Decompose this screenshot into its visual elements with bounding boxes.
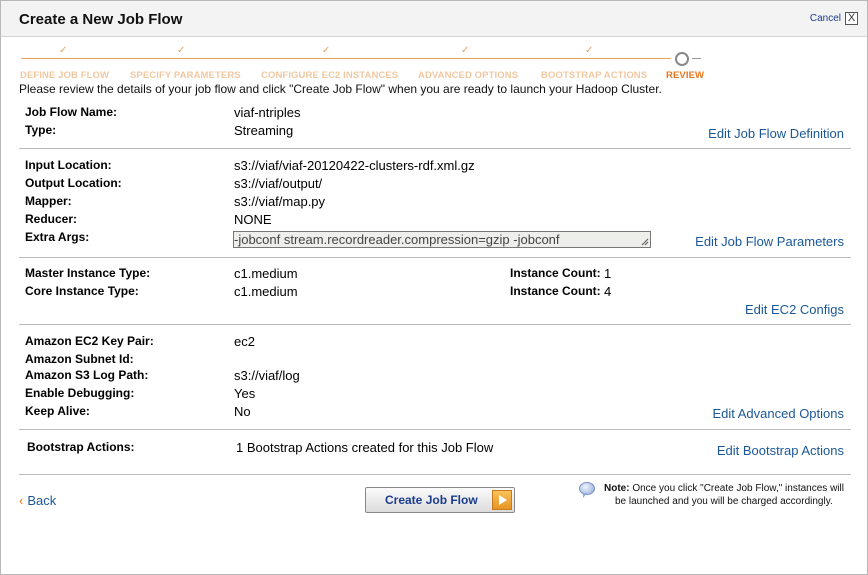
step-done-check-icon: ✓ <box>461 45 470 56</box>
type-label: Type: <box>25 123 57 137</box>
note-line-2: be launched and you will be charged acco… <box>615 496 833 507</box>
job-flow-name-label: Job Flow Name: <box>25 105 118 119</box>
core-instance-count-label: Instance Count: <box>510 284 601 298</box>
step-done-check-icon: ✓ <box>322 45 331 56</box>
edit-advanced-options-link[interactable]: Edit Advanced Options <box>712 406 844 421</box>
s3-log-path-value: s3://viaf/log <box>234 368 300 383</box>
reducer-value: NONE <box>234 212 272 227</box>
cancel-link[interactable]: Cancel <box>810 13 841 24</box>
section-job-flow-definition: Job Flow Name: viaf-ntriples Type: Strea… <box>19 101 851 149</box>
input-location-label: Input Location: <box>25 158 112 172</box>
chevron-left-icon: ‹ <box>19 493 24 508</box>
edit-job-flow-parameters-link[interactable]: Edit Job Flow Parameters <box>695 234 844 249</box>
bootstrap-actions-value: 1 Bootstrap Actions created for this Job… <box>236 440 494 455</box>
step-done-check-icon: ✓ <box>177 45 186 56</box>
edit-job-flow-definition-link[interactable]: Edit Job Flow Definition <box>708 126 844 141</box>
back-link[interactable]: ‹ Back <box>19 493 56 508</box>
enable-debugging-label: Enable Debugging: <box>25 386 135 400</box>
extra-args-label: Extra Args: <box>25 230 90 244</box>
master-instance-type-value: c1.medium <box>234 266 298 281</box>
wizard-step-define-job-flow: DEFINE JOB FLOW <box>20 70 110 81</box>
mapper-label: Mapper: <box>25 194 72 208</box>
step-done-check-icon: ✓ <box>585 45 594 56</box>
wizard-step-review: REVIEW <box>666 70 705 81</box>
section-bootstrap-actions: Bootstrap Actions: 1 Bootstrap Actions c… <box>19 430 851 475</box>
arrow-right-icon <box>492 490 512 510</box>
review-intro-text: Please review the details of your job fl… <box>19 82 662 96</box>
enable-debugging-value: Yes <box>234 386 256 401</box>
output-location-value: s3://viaf/output/ <box>234 176 323 191</box>
section-advanced-options: Amazon EC2 Key Pair: ec2 Amazon Subnet I… <box>19 325 851 430</box>
core-instance-type-label: Core Instance Type: <box>25 284 139 298</box>
wizard-progress-line-end <box>692 58 701 59</box>
speech-bubble-icon <box>579 482 595 498</box>
keep-alive-value: No <box>234 404 251 419</box>
wizard-step-advanced-options: ADVANCED OPTIONS <box>418 70 519 81</box>
master-instance-count-label: Instance Count: <box>510 266 601 280</box>
step-done-check-icon: ✓ <box>59 45 68 56</box>
bootstrap-actions-label: Bootstrap Actions: <box>27 440 135 454</box>
ec2-key-pair-label: Amazon EC2 Key Pair: <box>25 334 154 348</box>
job-flow-name-value: viaf-ntriples <box>234 105 301 120</box>
master-instance-type-label: Master Instance Type: <box>25 266 151 280</box>
back-link-label: Back <box>27 493 57 508</box>
reducer-label: Reducer: <box>25 212 78 226</box>
subnet-id-label: Amazon Subnet Id: <box>25 352 134 366</box>
output-location-label: Output Location: <box>25 176 122 190</box>
input-location-value: s3://viaf/viaf-20120422-clusters-rdf.xml… <box>234 158 475 173</box>
type-value: Streaming <box>234 123 294 138</box>
dialog-title: Create a New Job Flow <box>19 11 183 28</box>
close-icon[interactable]: X <box>845 12 858 25</box>
wizard-step-bootstrap-actions: BOOTSTRAP ACTIONS <box>541 70 648 81</box>
mapper-value: s3://viaf/map.py <box>234 194 326 209</box>
dialog-titlebar: Create a New Job Flow Cancel X <box>1 1 867 37</box>
extra-args-textarea[interactable]: -jobconf stream.recordreader.compression… <box>233 231 651 248</box>
s3-log-path-label: Amazon S3 Log Path: <box>25 368 149 382</box>
edit-ec2-configs-link[interactable]: Edit EC2 Configs <box>745 302 844 317</box>
core-instance-type-value: c1.medium <box>234 284 298 299</box>
wizard-step-configure-ec2: CONFIGURE EC2 INSTANCES <box>261 70 399 81</box>
current-step-circle-icon <box>675 52 689 66</box>
wizard-step-specify-parameters: SPECIFY PARAMETERS <box>130 70 241 81</box>
create-job-flow-button[interactable]: Create Job Flow <box>365 487 515 513</box>
wizard-progress: ✓ ✓ ✓ ✓ ✓ DEFINE JOB FLOW SPECIFY PARAME… <box>1 37 867 85</box>
create-job-flow-dialog: Create a New Job Flow Cancel X ✓ ✓ ✓ ✓ ✓… <box>0 0 868 575</box>
master-instance-count-value: 1 <box>604 266 612 281</box>
resize-grip-icon[interactable] <box>641 238 649 246</box>
section-ec2-configs: Master Instance Type: c1.medium Instance… <box>19 258 851 325</box>
ec2-key-pair-value: ec2 <box>234 334 255 349</box>
core-instance-count-value: 4 <box>604 284 612 299</box>
extra-args-value: -jobconf stream.recordreader.compression… <box>234 232 560 247</box>
note-line-1: Once you click "Create Job Flow," instan… <box>632 483 844 494</box>
charge-note: Note: Once you click "Create Job Flow," … <box>604 482 862 508</box>
create-job-flow-button-label: Create Job Flow <box>385 493 478 507</box>
wizard-progress-line <box>21 58 671 59</box>
keep-alive-label: Keep Alive: <box>25 404 90 418</box>
note-label: Note: <box>604 483 630 494</box>
section-job-flow-parameters: Input Location: s3://viaf/viaf-20120422-… <box>19 149 851 258</box>
edit-bootstrap-actions-link[interactable]: Edit Bootstrap Actions <box>717 443 844 458</box>
